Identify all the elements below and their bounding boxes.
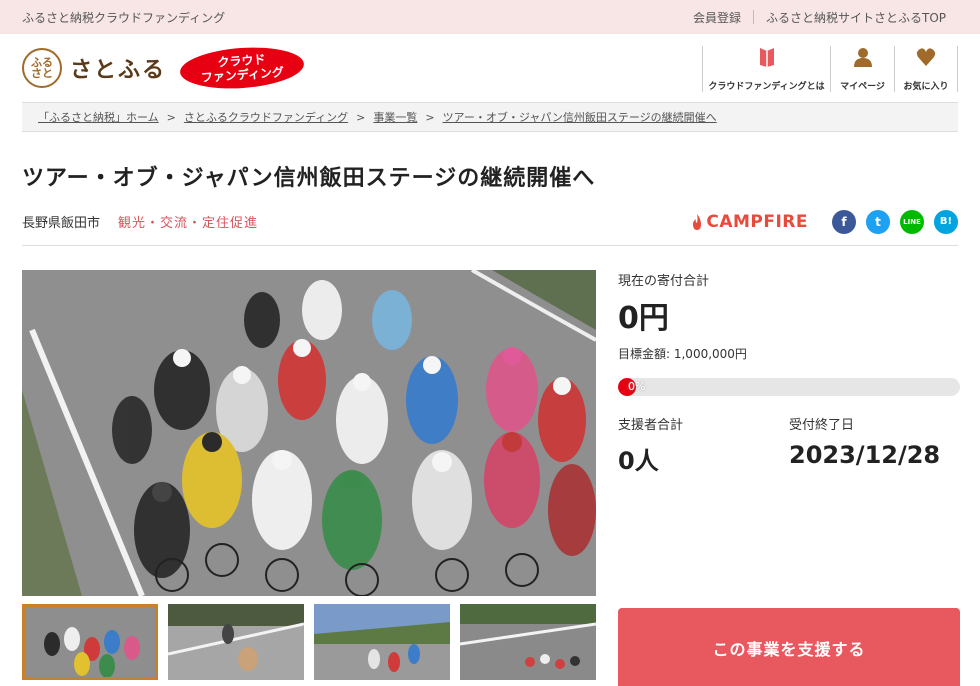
supporters-value: 0人 — [618, 447, 659, 475]
target-amount: 目標金額: 1,000,000円 — [618, 347, 747, 361]
breadcrumb-home[interactable]: 「ふるさと納税」ホーム — [38, 109, 159, 125]
support-button[interactable]: この事業を支援する — [618, 608, 960, 686]
page-title: ツアー・オブ・ジャパン信州飯田ステージの継続開催へ — [22, 166, 596, 191]
flame-icon — [693, 213, 702, 230]
site-tagline: ふるさと納税クラウドファンディング — [22, 10, 226, 25]
breadcrumb: 「ふるさと納税」ホーム > さとふるクラウドファンディング > 事業一覧 > ツ… — [22, 102, 958, 132]
top-links: 会員登録 ふるさと納税サイトさとふるTOP — [681, 9, 958, 26]
top-bar: ふるさと納税クラウドファンディング 会員登録 ふるさと納税サイトさとふるTOP — [0, 0, 980, 34]
thumbnail-strip — [22, 604, 596, 680]
share-bar: CAMPFIRE f t LINE B! — [691, 209, 958, 234]
thumbnail-4[interactable] — [460, 604, 596, 680]
breadcrumb-separator: > — [425, 110, 435, 124]
site-header: ふる さと さとふる クラウド ファンディング クラウドファンディングとは マイペ… — [0, 34, 980, 102]
breadcrumb-separator: > — [166, 110, 176, 124]
nav-about-crowdfunding[interactable]: クラウドファンディングとは — [702, 46, 830, 92]
progress-bar: 0% — [618, 378, 960, 396]
crowdfunding-badge[interactable]: クラウド ファンディング — [178, 43, 306, 93]
user-icon — [853, 48, 872, 67]
header-nav: クラウドファンディングとは マイページ お気に入り — [702, 46, 958, 92]
logo-mark-icon: ふる さと — [22, 48, 62, 88]
breadcrumb-separator: > — [356, 110, 366, 124]
register-link[interactable]: 会員登録 — [681, 9, 753, 26]
main-photo — [22, 270, 596, 596]
nav-label: マイページ — [840, 82, 885, 92]
nav-mypage[interactable]: マイページ — [830, 46, 894, 92]
book-icon — [759, 48, 774, 67]
campfire-text: CAMPFIRE — [706, 211, 808, 232]
badge-line-2: ファンディング — [200, 65, 285, 85]
breadcrumb-current[interactable]: ツアー・オブ・ジャパン信州飯田ステージの継続開催へ — [443, 109, 717, 125]
site-top-link[interactable]: ふるさと納税サイトさとふるTOP — [754, 9, 958, 26]
nav-label: お気に入り — [903, 82, 949, 92]
funding-panel: 現在の寄付合計 0円 目標金額: 1,000,000円 0% 支援者合計 0人 … — [618, 270, 960, 686]
thumbnail-2[interactable] — [168, 604, 304, 680]
cyclists-photo — [22, 270, 596, 596]
progress-percent: 0% — [628, 380, 646, 393]
supporters-label: 支援者合計 — [618, 418, 684, 433]
thumb-image — [314, 604, 450, 680]
logo-text: さとふる — [70, 57, 167, 83]
project-tags: 長野県飯田市 観光・交流・定住促進 — [22, 212, 258, 231]
location-label[interactable]: 長野県飯田市 — [22, 212, 100, 231]
current-total-label: 現在の寄付合計 — [618, 274, 710, 289]
breadcrumb-crowdfunding[interactable]: さとふるクラウドファンディング — [184, 109, 348, 125]
hatena-icon[interactable]: B! — [934, 209, 958, 234]
nav-label: クラウドファンディングとは — [708, 82, 825, 92]
facebook-icon[interactable]: f — [832, 209, 856, 234]
image-gallery — [22, 270, 596, 686]
project-meta: 長野県飯田市 観光・交流・定住促進 CAMPFIRE f t LINE B! — [22, 206, 958, 246]
deadline-label: 受付終了日 — [789, 418, 855, 433]
twitter-icon[interactable]: t — [866, 209, 890, 234]
project-main: 現在の寄付合計 0円 目標金額: 1,000,000円 0% 支援者合計 0人 … — [22, 270, 960, 686]
breadcrumb-project-list[interactable]: 事業一覧 — [373, 109, 417, 125]
thumbnail-3[interactable] — [314, 604, 450, 680]
heart-icon — [916, 48, 936, 66]
campfire-logo[interactable]: CAMPFIRE — [691, 212, 808, 232]
thumb-image — [22, 604, 158, 680]
thumb-image — [168, 604, 304, 680]
funding-stats: 支援者合計 0人 受付終了日 2023/12/28 — [618, 414, 960, 476]
site-logo[interactable]: ふる さと さとふる クラウド ファンディング — [22, 43, 306, 93]
deadline-value: 2023/12/28 — [789, 441, 941, 469]
current-total-amount: 0円 — [618, 301, 669, 336]
thumbnail-1[interactable] — [22, 604, 158, 680]
nav-favorites[interactable]: お気に入り — [894, 46, 958, 92]
line-icon[interactable]: LINE — [900, 209, 924, 234]
deadline-stat: 受付終了日 2023/12/28 — [789, 414, 960, 476]
supporters-stat: 支援者合計 0人 — [618, 414, 789, 476]
thumb-image — [460, 604, 596, 680]
category-label[interactable]: 観光・交流・定住促進 — [118, 212, 258, 231]
